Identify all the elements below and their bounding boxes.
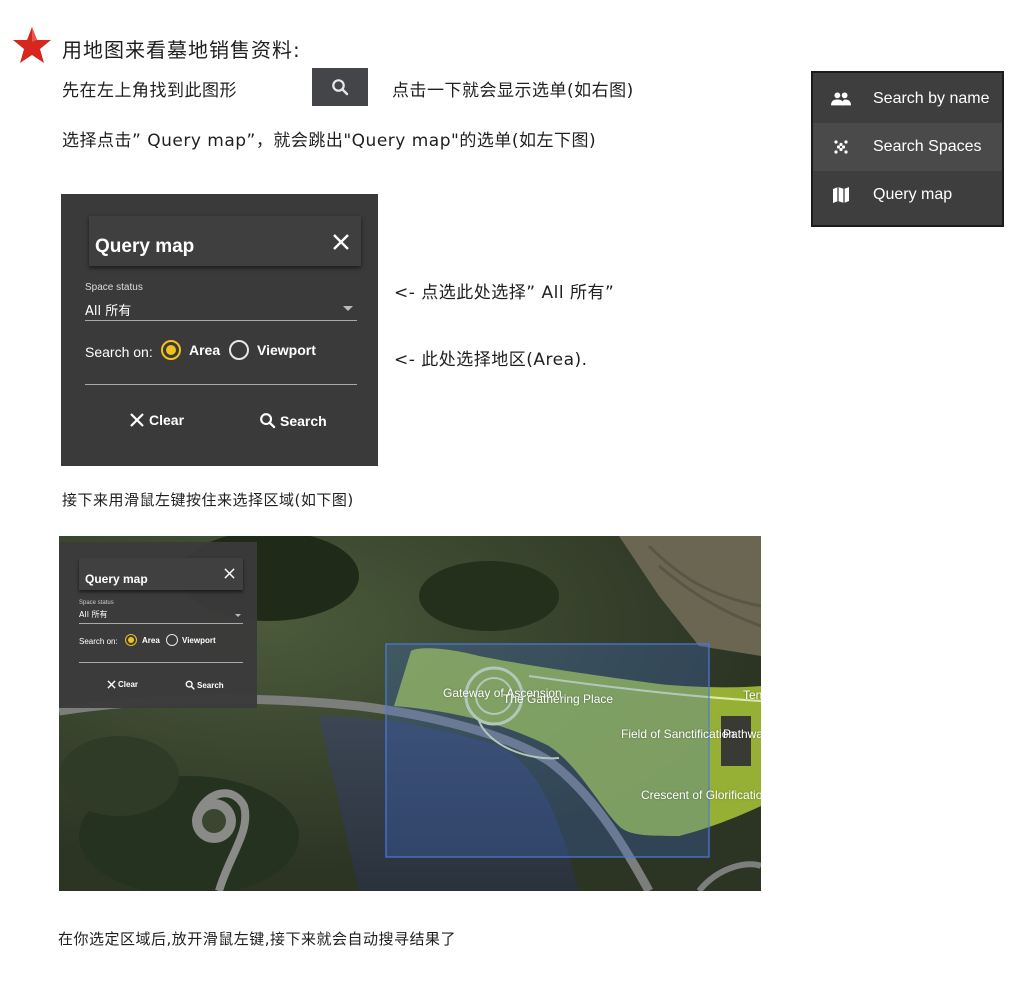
radio-area-label[interactable]: Area — [142, 636, 160, 645]
clear-label: Clear — [149, 412, 185, 428]
map-label-gathering: The Gathering Place — [503, 692, 614, 706]
close-icon — [130, 413, 144, 427]
instruction-line-1a: 先在左上角找到此图形 — [62, 81, 237, 101]
map-label-ten: Ten — [743, 688, 761, 702]
menu-item-label: Search Spaces — [873, 138, 982, 155]
instruction-footer: 在你选定区域后,放开滑鼠左键,接下来就会自动搜寻结果了 — [58, 930, 457, 948]
query-map-panel: Query map Space status All 所有 Search on:… — [61, 194, 378, 466]
search-label: Search — [197, 680, 224, 690]
radio-viewport[interactable] — [229, 340, 249, 360]
close-icon — [107, 680, 116, 689]
search-label: Search — [280, 412, 327, 429]
query-map-title: Query map — [85, 572, 148, 586]
note-status: <- 点选此处选择” All 所有” — [394, 283, 615, 303]
search-button[interactable] — [312, 68, 368, 106]
radio-area-label[interactable]: Area — [189, 342, 220, 358]
search-icon — [260, 413, 276, 429]
instruction-line-2: 选择点击” Query map”，就会跳出"Query map"的选单(如左下图… — [62, 131, 597, 151]
map-label-pathway: Pathway o — [723, 727, 761, 741]
close-icon[interactable] — [224, 568, 235, 579]
space-status-select[interactable]: All 所有 — [79, 609, 107, 620]
note-area: <- 此处选择地区(Area). — [394, 350, 588, 370]
close-icon[interactable] — [331, 232, 351, 252]
radio-area[interactable] — [161, 340, 181, 360]
radio-viewport[interactable] — [166, 634, 178, 646]
star-icon — [13, 27, 51, 63]
menu-item-query-map[interactable]: Query map — [813, 171, 1002, 219]
chevron-down-icon[interactable] — [343, 306, 353, 311]
space-status-label: Space status — [79, 600, 114, 606]
page-heading: 用地图来看墓地销售资料: — [62, 38, 301, 62]
instruction-line-3: 接下来用滑鼠左键按住来选择区域(如下图) — [62, 491, 354, 509]
search-submit-button[interactable]: Search — [185, 680, 224, 690]
map-icon — [831, 185, 851, 205]
instruction-line-1b: 点击一下就会显示选单(如右图) — [392, 81, 634, 101]
space-status-label: Space status — [85, 282, 143, 293]
menu-item-label: Query map — [873, 186, 953, 203]
radio-area[interactable] — [125, 634, 137, 646]
clear-button[interactable]: Clear — [107, 680, 138, 689]
space-status-select[interactable]: All 所有 — [85, 300, 131, 319]
query-map-panel-mini: Query map Space status All 所有 Search on:… — [59, 542, 257, 708]
search-menu: Search by name Search Spaces Query map — [811, 71, 1004, 227]
grid-dots-icon — [831, 137, 851, 157]
search-icon — [185, 680, 195, 690]
search-icon — [332, 79, 349, 96]
clear-label: Clear — [118, 680, 139, 689]
menu-item-search-spaces[interactable]: Search Spaces — [813, 123, 1002, 171]
query-map-title: Query map — [95, 236, 195, 257]
clear-button[interactable]: Clear — [129, 412, 184, 428]
divider — [79, 662, 243, 663]
search-on-label: Search on: — [79, 637, 118, 646]
map-label-crescent: Crescent of Glorificatio — [641, 788, 761, 802]
people-icon — [831, 89, 851, 109]
radio-viewport-label[interactable]: Viewport — [257, 342, 316, 358]
chevron-down-icon[interactable] — [235, 614, 241, 617]
radio-viewport-label[interactable]: Viewport — [182, 636, 216, 645]
search-submit-button[interactable]: Search — [259, 412, 327, 429]
query-map-header: Query map — [79, 558, 243, 590]
divider — [79, 623, 243, 624]
map-screenshot[interactable]: Gateway of Ascension The Gathering Place… — [59, 536, 761, 891]
search-on-label: Search on: — [85, 344, 153, 360]
query-map-header: Query map — [89, 216, 361, 266]
divider — [85, 320, 357, 321]
map-label-field: Field of Sanctification — [621, 727, 736, 741]
menu-item-label: Search by name — [873, 90, 990, 107]
menu-item-search-by-name[interactable]: Search by name — [813, 75, 1002, 123]
divider — [85, 384, 357, 385]
